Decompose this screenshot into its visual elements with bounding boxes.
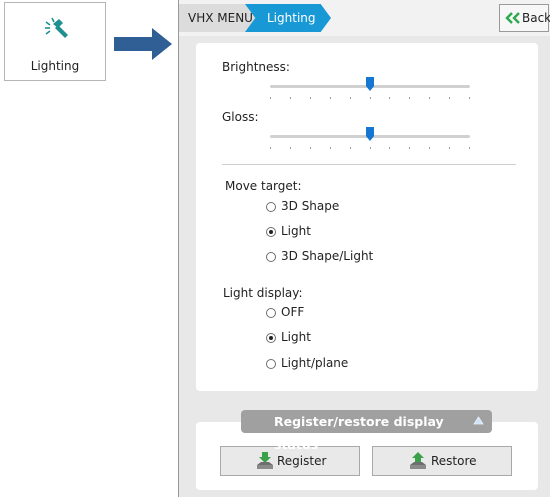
slider-tick: [409, 97, 410, 99]
radio-button[interactable]: [266, 202, 276, 212]
slider-tick: [350, 97, 351, 99]
brightness-slider[interactable]: [270, 77, 470, 101]
option-label: OFF: [281, 305, 305, 319]
arrow-right-icon: [114, 28, 172, 60]
divider: [222, 164, 516, 165]
gloss-label: Gloss:: [222, 110, 259, 124]
radio-button[interactable]: [266, 333, 276, 343]
radio-button[interactable]: [266, 227, 276, 237]
restore-button[interactable]: Restore: [372, 446, 512, 476]
slider-tick: [330, 97, 331, 99]
double-chevron-left-icon: [505, 12, 520, 24]
slider-tick: [389, 147, 390, 149]
triangle-up-icon: [473, 416, 484, 425]
slider-tick: [310, 97, 311, 99]
slider-tick: [469, 97, 470, 99]
slider-tick: [409, 147, 410, 149]
top-bar: VHX MENU Lighting Back: [179, 0, 550, 36]
gloss-slider-thumb[interactable]: [366, 127, 374, 141]
slider-tick: [429, 97, 430, 99]
slider-tick: [330, 147, 331, 149]
breadcrumb-lighting[interactable]: Lighting: [245, 4, 331, 32]
lighting-panel: VHX MENU Lighting Back Brightness: Gloss…: [178, 0, 550, 497]
slider-tick: [290, 147, 291, 149]
option-label: Light: [281, 224, 311, 238]
slider-tick: [370, 147, 371, 149]
lighting-tile[interactable]: Lighting: [4, 2, 106, 81]
option-label: Light: [281, 330, 311, 344]
radio-button[interactable]: [266, 359, 276, 369]
tile-label: Lighting: [30, 59, 80, 73]
radio-button[interactable]: [266, 252, 276, 262]
slider-tick: [270, 147, 271, 149]
option-label: Light/plane: [281, 356, 349, 370]
register-restore-toggle[interactable]: Register/restore display status: [241, 410, 492, 452]
brightness-slider-thumb[interactable]: [366, 77, 374, 91]
slider-tick: [370, 97, 371, 99]
slider-tick: [270, 97, 271, 99]
settings-card: Brightness: Gloss: Move target: 3D Shape…: [196, 43, 538, 391]
flashlight-icon: [45, 17, 68, 38]
slider-tick: [310, 147, 311, 149]
back-label: Back: [522, 11, 550, 25]
slider-tick: [290, 97, 291, 99]
move-target-label: Move target:: [225, 179, 302, 193]
slider-tick: [469, 147, 470, 149]
restore-icon: [410, 452, 426, 469]
back-button[interactable]: Back: [499, 4, 550, 32]
radio-button[interactable]: [266, 308, 276, 318]
breadcrumb-vhx-menu[interactable]: VHX MENU: [179, 4, 255, 32]
slider-tick: [389, 97, 390, 99]
slider-tick: [449, 147, 450, 149]
slider-tick: [429, 147, 430, 149]
option-label: 3D Shape/Light: [281, 249, 374, 263]
brightness-label: Brightness:: [222, 60, 290, 74]
restore-label: Restore: [431, 454, 477, 468]
slider-tick: [350, 147, 351, 149]
slider-tick: [449, 97, 450, 99]
register-icon: [257, 452, 273, 469]
option-label: 3D Shape: [281, 199, 340, 213]
light-display-label: Light display:: [223, 286, 303, 300]
gloss-slider[interactable]: [270, 127, 470, 151]
